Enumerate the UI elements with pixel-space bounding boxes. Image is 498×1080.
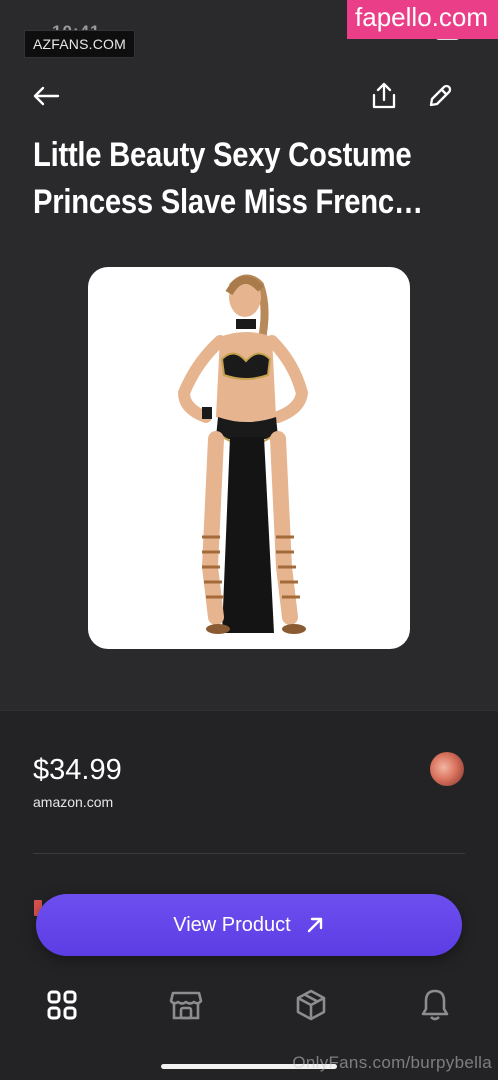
product-image[interactable] — [88, 267, 410, 649]
grid-icon — [47, 990, 77, 1020]
bottom-nav — [0, 985, 498, 1033]
share-button[interactable] — [368, 80, 400, 112]
watermark-onlyfans: OnlyFans.com/burpybella — [292, 1053, 492, 1072]
view-product-label: View Product — [173, 913, 291, 936]
divider — [33, 853, 465, 854]
avatar[interactable] — [430, 752, 464, 786]
nav-products[interactable] — [291, 985, 331, 1025]
bell-icon — [421, 989, 449, 1021]
product-price: $34.99 — [33, 754, 122, 786]
arrow-up-right-icon — [307, 917, 322, 933]
back-button[interactable] — [30, 80, 62, 112]
box-icon — [296, 989, 326, 1021]
product-title: Little Beauty Sexy Costume Princess Slav… — [33, 136, 423, 221]
product-photo — [177, 274, 309, 634]
pencil-icon — [429, 84, 452, 107]
nav-notifications[interactable] — [415, 985, 455, 1025]
arrow-left-icon — [33, 86, 60, 106]
storefront-icon — [169, 991, 203, 1020]
nav-store[interactable] — [166, 985, 206, 1025]
product-store[interactable]: amazon.com — [33, 794, 113, 810]
watermark-azfans: AZFANS.COM — [24, 30, 136, 58]
watermark-fapello: fapello.com — [347, 0, 498, 39]
edit-button[interactable] — [424, 80, 456, 112]
share-icon — [372, 82, 396, 109]
nav-home[interactable] — [42, 985, 82, 1025]
view-product-button[interactable]: View Product — [36, 894, 462, 956]
